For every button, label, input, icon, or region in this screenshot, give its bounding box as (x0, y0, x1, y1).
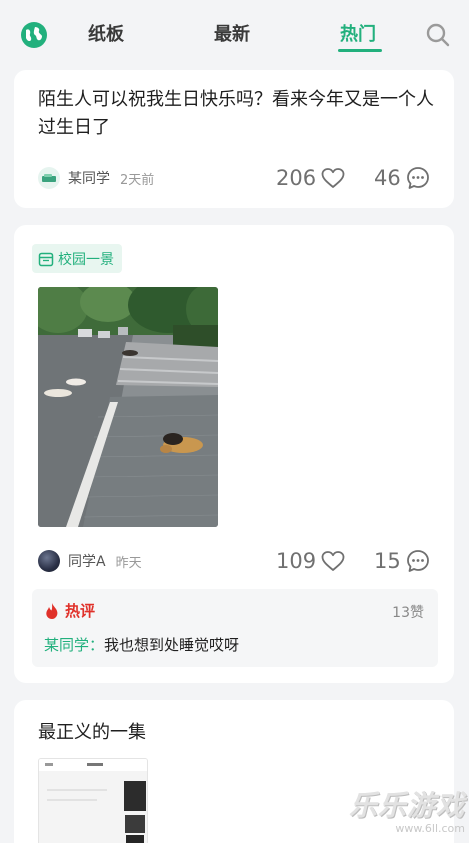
watermark: 乐乐游戏 www.6ll.com (349, 784, 465, 835)
post-meta: 同学A 昨天 (38, 549, 142, 573)
author-name[interactable]: 同学A (68, 551, 106, 571)
calendar-icon (38, 252, 54, 266)
heart-icon (321, 551, 345, 571)
like-count: 109 (276, 549, 317, 573)
like-button[interactable]: 109 (276, 548, 346, 574)
hot-comment-header: 热评 (44, 600, 95, 621)
avatar[interactable] (38, 550, 60, 572)
hot-comment-body: 某同学：我也想到处睡觉哎呀 (44, 634, 239, 655)
comment-button[interactable]: 46 (374, 165, 431, 191)
tab-board[interactable]: 纸板 (88, 22, 124, 48)
top-nav: 纸板 最新 热门 (0, 0, 469, 66)
topic-tag[interactable]: 校园一景 (32, 244, 122, 273)
post-card[interactable]: 校园一景 同学A 昨天 109 15 热评 13赞 某同学：我也想到处睡觉哎呀 (14, 225, 454, 683)
hot-comment[interactable]: 热评 13赞 某同学：我也想到处睡觉哎呀 (32, 589, 438, 667)
post-text: 最正义的一集 (38, 722, 146, 743)
reply-text: 我也想到处睡觉哎呀 (104, 636, 240, 654)
globe-icon[interactable] (21, 22, 47, 48)
author-name[interactable]: 某同学 (68, 168, 110, 188)
post-time: 昨天 (115, 555, 142, 571)
hot-comment-label: 热评 (65, 602, 96, 620)
comment-button[interactable]: 15 (374, 548, 431, 574)
post-card[interactable]: 陌生人可以祝我生日快乐吗？看来今年又是一个人过生日了 某同学 2天前 206 4… (14, 70, 454, 208)
avatar[interactable] (38, 167, 60, 189)
active-tab-indicator (338, 49, 382, 52)
watermark-logo: 乐乐游戏 (348, 789, 465, 822)
comment-icon (406, 550, 429, 572)
tab-hot[interactable]: 热门 (340, 22, 376, 48)
comment-count: 15 (374, 549, 401, 573)
post-text: 陌生人可以祝我生日快乐吗？看来今年又是一个人过生日了 (38, 89, 434, 138)
search-icon[interactable] (425, 22, 451, 48)
comment-icon (406, 167, 429, 189)
tab-latest[interactable]: 最新 (214, 22, 250, 48)
post-time: 2天前 (120, 172, 155, 188)
comment-count: 46 (374, 166, 401, 190)
flame-icon (46, 602, 58, 619)
like-button[interactable]: 206 (276, 165, 346, 191)
like-count: 206 (276, 166, 317, 190)
post-photo[interactable] (38, 287, 218, 527)
post-thumbnail[interactable] (38, 758, 148, 843)
post-meta: 某同学 2天前 (38, 166, 154, 190)
heart-icon (321, 168, 345, 188)
hot-comment-likes: 13赞 (392, 605, 424, 621)
tag-label: 校园一景 (58, 251, 114, 268)
reply-author[interactable]: 某同学： (44, 636, 104, 654)
